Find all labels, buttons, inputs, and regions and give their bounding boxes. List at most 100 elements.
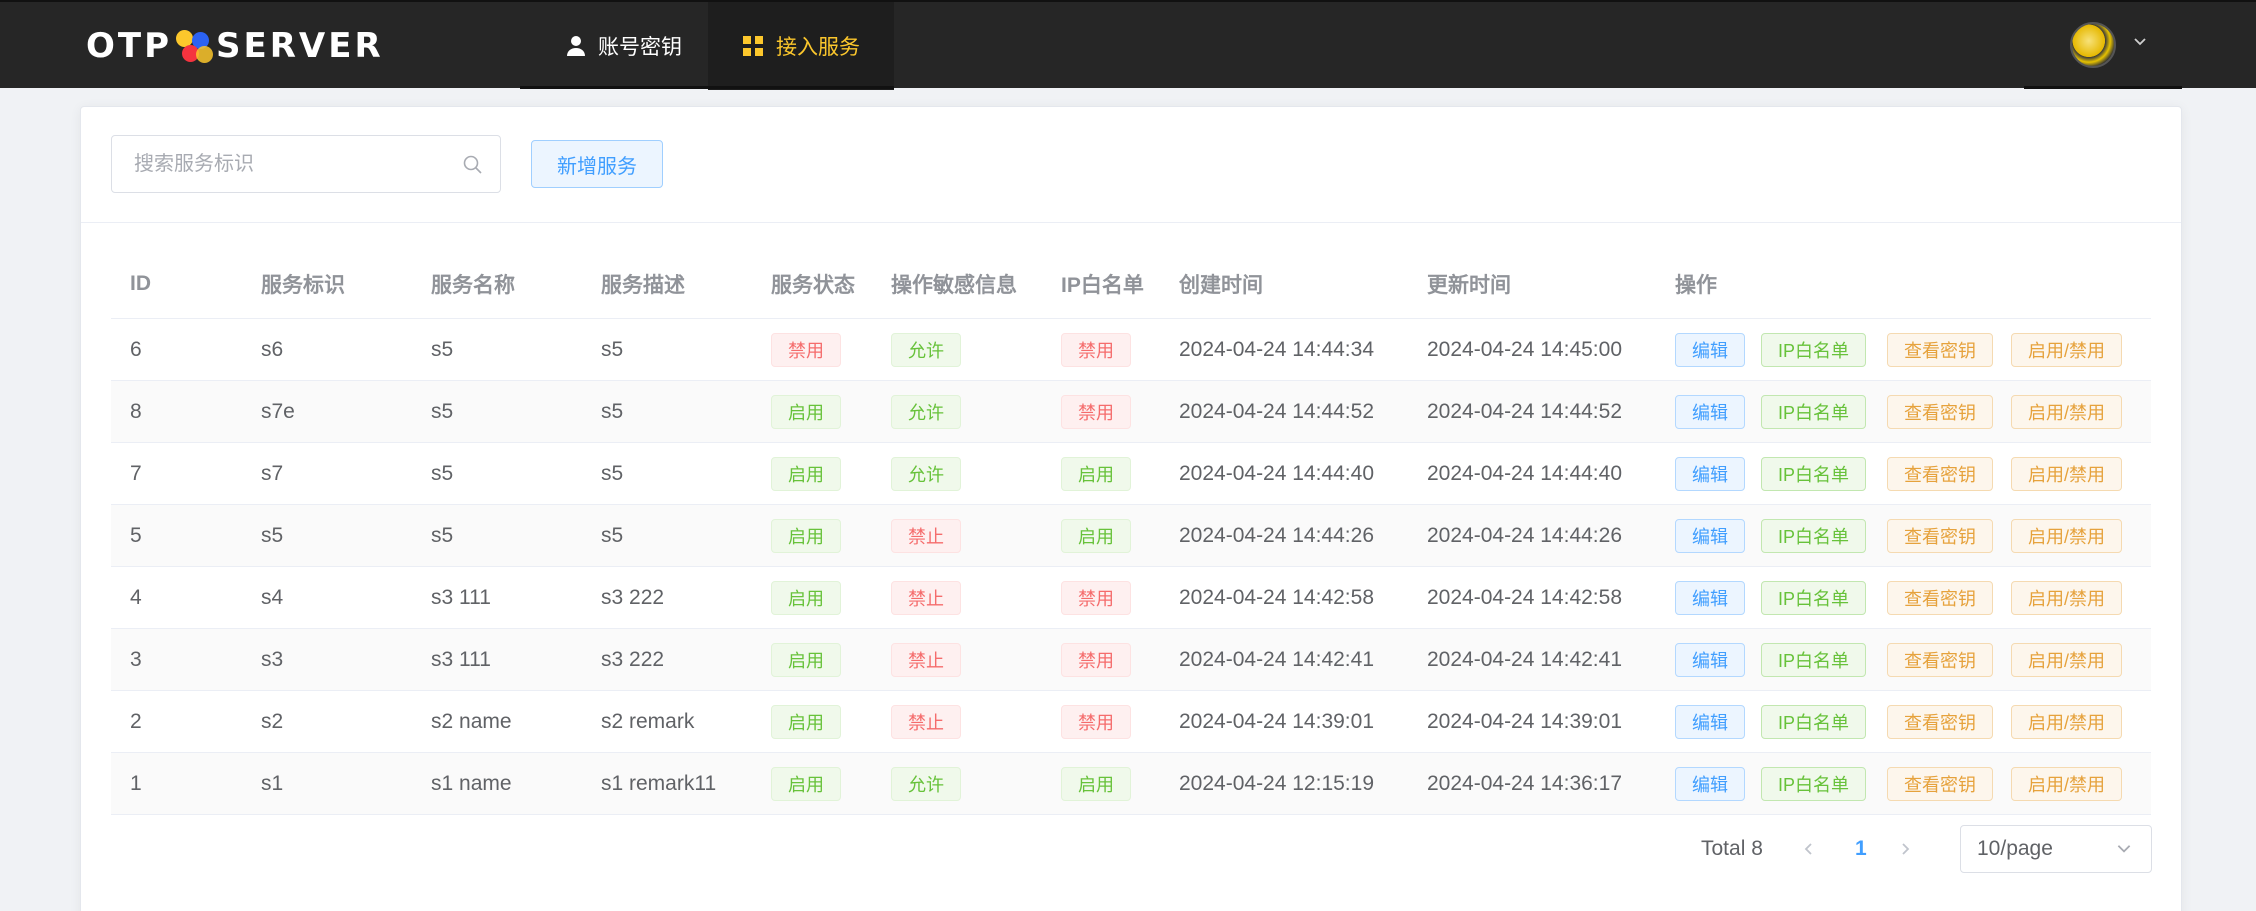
avatar-icon[interactable] (2070, 22, 2116, 68)
ip-whitelist-button[interactable]: IP白名单 (1761, 518, 1867, 553)
col-status[interactable]: 服务状态 (771, 249, 855, 318)
edit-button[interactable]: 编辑 (1675, 394, 1745, 429)
edit-button-cell: 编辑 (1675, 753, 1745, 814)
ip-whitelist-tag: 禁用 (1061, 642, 1131, 677)
edit-button[interactable]: 编辑 (1675, 704, 1745, 739)
toggle-enable-button[interactable]: 启用/禁用 (2011, 704, 2123, 739)
ip-whitelist-tag: 禁用 (1061, 394, 1131, 429)
cell-key: s3 (261, 647, 284, 671)
ip-whitelist-button[interactable]: IP白名单 (1761, 456, 1867, 491)
edit-button[interactable]: 编辑 (1675, 518, 1745, 553)
view-key-button[interactable]: 查看密钥 (1887, 642, 1993, 677)
ip-whitelist-button[interactable]: IP白名单 (1761, 766, 1867, 801)
view-key-button[interactable]: 查看密钥 (1887, 580, 1993, 615)
toggle-enable-button[interactable]: 启用/禁用 (2011, 332, 2123, 367)
ip-whitelist-button[interactable]: IP白名单 (1761, 580, 1867, 615)
chevron-left-icon[interactable] (1801, 825, 1817, 873)
cell-key: s7e (261, 399, 295, 423)
ip-whitelist-tag-cell: 禁用 (1061, 629, 1131, 690)
chevron-down-icon[interactable] (2132, 32, 2148, 55)
ip-whitelist-button[interactable]: IP白名单 (1761, 704, 1867, 739)
col-name[interactable]: 服务名称 (431, 249, 515, 318)
cell-desc: s5 (601, 461, 624, 485)
chevron-right-icon[interactable] (1897, 825, 1913, 873)
col-id[interactable]: ID (130, 249, 151, 318)
status-tag: 启用 (771, 642, 841, 677)
sensitive-tag-cell: 禁止 (891, 567, 961, 628)
col-key[interactable]: 服务标识 (261, 249, 345, 318)
toggle-enable-button[interactable]: 启用/禁用 (2011, 580, 2123, 615)
edit-button[interactable]: 编辑 (1675, 766, 1745, 801)
chevron-down-icon (2115, 839, 2133, 863)
status-tag: 启用 (771, 518, 841, 553)
toggle-enable-button[interactable]: 启用/禁用 (2011, 518, 2123, 553)
logo-text-left: OTP (86, 26, 173, 66)
search-icon[interactable] (462, 154, 484, 181)
nav-accounts[interactable]: 账号密钥 (540, 2, 708, 90)
cell-name: s5 (431, 399, 454, 423)
sensitive-tag: 禁止 (891, 580, 961, 615)
pagination-page-1[interactable]: 1 (1855, 825, 1867, 873)
cell-desc: s5 (601, 523, 624, 547)
view-key-button[interactable]: 查看密钥 (1887, 766, 1993, 801)
ip-whitelist-button-cell: IP白名单 (1761, 567, 1867, 628)
grid-icon (742, 35, 764, 57)
cell-desc: s2 remark (601, 709, 695, 733)
cell-updated: 2024-04-24 14:44:26 (1427, 523, 1622, 547)
ip-whitelist-button[interactable]: IP白名单 (1761, 394, 1867, 429)
col-ip-whitelist[interactable]: IP白名单 (1061, 249, 1144, 318)
nav-accounts-label: 账号密钥 (598, 36, 682, 59)
view-key-button[interactable]: 查看密钥 (1887, 518, 1993, 553)
sensitive-tag-cell: 允许 (891, 381, 961, 442)
top-navbar: OTP SERVER 账号密钥 接入服务 (0, 0, 2256, 90)
col-created[interactable]: 创建时间 (1179, 249, 1263, 318)
toggle-enable-button[interactable]: 启用/禁用 (2011, 394, 2123, 429)
status-tag-cell: 启用 (771, 691, 841, 752)
search-field[interactable] (111, 135, 501, 193)
sensitive-tag-cell: 禁止 (891, 505, 961, 566)
view-key-button-cell: 查看密钥 (1887, 443, 1993, 504)
toggle-enable-button[interactable]: 启用/禁用 (2011, 456, 2123, 491)
status-tag: 启用 (771, 766, 841, 801)
col-desc[interactable]: 服务描述 (601, 249, 685, 318)
view-key-button[interactable]: 查看密钥 (1887, 456, 1993, 491)
toggle-enable-button[interactable]: 启用/禁用 (2011, 642, 2123, 677)
col-updated[interactable]: 更新时间 (1427, 249, 1511, 318)
services-card: 新增服务 ID 服务标识 服务名称 服务描述 服务状态 操作敏感信息 IP白名单… (80, 106, 2182, 911)
edit-button-cell: 编辑 (1675, 567, 1745, 628)
add-service-button[interactable]: 新增服务 (531, 140, 663, 188)
logo[interactable]: OTP SERVER (86, 26, 384, 66)
edit-button-cell: 编辑 (1675, 443, 1745, 504)
table-row: 6 s6 s5 s5 2024-04-24 14:44:34 2024-04-24 14:… (111, 319, 2151, 381)
cell-updated: 2024-04-24 14:44:52 (1427, 399, 1622, 423)
status-tag-cell: 启用 (771, 381, 841, 442)
edit-button[interactable]: 编辑 (1675, 642, 1745, 677)
col-sensitive[interactable]: 操作敏感信息 (891, 249, 1017, 318)
status-tag: 启用 (771, 704, 841, 739)
ip-whitelist-button-cell: IP白名单 (1761, 505, 1867, 566)
view-key-button[interactable]: 查看密钥 (1887, 332, 1993, 367)
cell-created: 2024-04-24 14:39:01 (1179, 709, 1374, 733)
ip-whitelist-button-cell: IP白名单 (1761, 443, 1867, 504)
edit-button[interactable]: 编辑 (1675, 456, 1745, 491)
toggle-enable-button[interactable]: 启用/禁用 (2011, 766, 2123, 801)
ip-whitelist-button[interactable]: IP白名单 (1761, 332, 1867, 367)
edit-button[interactable]: 编辑 (1675, 332, 1745, 367)
toolbar: 新增服务 (81, 107, 2181, 223)
cell-desc: s3 222 (601, 585, 665, 609)
nav-services-label: 接入服务 (776, 36, 860, 59)
cell-key: s1 (261, 771, 284, 795)
search-input[interactable] (134, 150, 454, 178)
toggle-enable-button-cell: 启用/禁用 (2011, 567, 2123, 628)
ip-whitelist-button[interactable]: IP白名单 (1761, 642, 1867, 677)
nav-services[interactable]: 接入服务 (708, 2, 894, 90)
toggle-enable-button-cell: 启用/禁用 (2011, 381, 2123, 442)
cell-key: s6 (261, 337, 284, 361)
page-size-select[interactable]: 10/page (1960, 825, 2152, 873)
view-key-button[interactable]: 查看密钥 (1887, 394, 1993, 429)
edit-button[interactable]: 编辑 (1675, 580, 1745, 615)
sensitive-tag: 禁止 (891, 518, 961, 553)
ip-whitelist-tag: 启用 (1061, 518, 1131, 553)
view-key-button[interactable]: 查看密钥 (1887, 704, 1993, 739)
ip-whitelist-tag: 禁用 (1061, 332, 1131, 367)
